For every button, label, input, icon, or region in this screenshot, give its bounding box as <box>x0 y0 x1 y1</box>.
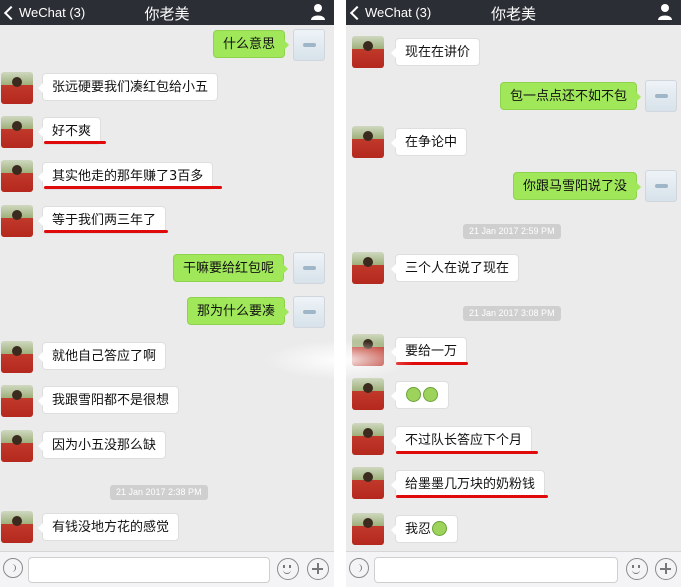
contact-avatar[interactable] <box>352 513 384 545</box>
right-chat-panel: WeChat (3) 你老美 现在在讲价 包一点点还不如不包 在争论中 你跟马雪… <box>346 0 681 587</box>
contact-avatar[interactable] <box>1 430 33 462</box>
message-bubble[interactable]: 干嘛要给红包呢 <box>173 254 289 282</box>
contact-avatar[interactable] <box>1 385 33 417</box>
contact-avatar[interactable] <box>352 36 384 68</box>
plus-icon[interactable] <box>307 558 329 580</box>
contact-avatar[interactable] <box>1 511 33 543</box>
voice-icon[interactable] <box>349 558 369 578</box>
red-underline <box>44 230 168 233</box>
timestamp: 21 Jan 2017 3:08 PM <box>463 306 561 321</box>
emoji-icon <box>406 387 421 402</box>
contact-avatar[interactable] <box>352 252 384 284</box>
contact-avatar[interactable] <box>1 160 33 192</box>
emoji-icon[interactable] <box>277 558 299 580</box>
message-bubble[interactable]: 在争论中 <box>390 128 468 156</box>
contact-avatar[interactable] <box>1 205 33 237</box>
red-underline <box>396 495 548 498</box>
timestamp: 21 Jan 2017 2:59 PM <box>463 224 561 239</box>
message-bubble[interactable]: 那为什么要凑 <box>187 297 290 325</box>
timestamp: 21 Jan 2017 2:38 PM <box>110 485 208 500</box>
contact-avatar[interactable] <box>352 423 384 455</box>
self-avatar[interactable] <box>293 29 325 61</box>
contact-avatar[interactable] <box>1 341 33 373</box>
navbar: WeChat (3) 你老美 <box>346 0 681 25</box>
contact-avatar[interactable] <box>1 72 33 104</box>
user-icon[interactable] <box>657 3 673 21</box>
chat-title: 你老美 <box>144 5 190 23</box>
message-bubble[interactable]: 我跟雪阳都不是很想 <box>37 386 180 414</box>
message-bubble[interactable]: 现在在讲价 <box>390 38 481 66</box>
watermark-glow <box>265 340 415 380</box>
message-bubble[interactable]: 因为小五没那么缺 <box>37 431 167 459</box>
self-avatar[interactable] <box>293 252 325 284</box>
message-bubble[interactable]: 三个人在说了现在 <box>390 254 520 282</box>
message-input[interactable] <box>374 557 618 583</box>
message-bubble[interactable]: 不过队长答应下个月 <box>390 426 533 454</box>
contact-avatar[interactable] <box>352 467 384 499</box>
input-bar <box>346 551 681 587</box>
contact-avatar[interactable] <box>1 116 33 148</box>
message-input[interactable] <box>28 557 270 583</box>
message-bubble[interactable]: 你跟马雪阳说了没 <box>513 172 642 200</box>
message-bubble[interactable]: 我忍 <box>390 515 459 543</box>
message-bubble[interactable]: 什么意思 <box>213 30 290 58</box>
red-underline <box>44 141 106 144</box>
left-chat-panel: WeChat (3) 你老美 什么意思 张远硬要我们凑红包给小五 好不爽 其实他… <box>0 0 334 587</box>
user-icon[interactable] <box>310 3 326 21</box>
red-underline <box>396 451 538 454</box>
panel-divider <box>334 0 346 587</box>
plus-icon[interactable] <box>655 558 677 580</box>
self-avatar[interactable] <box>645 80 677 112</box>
message-bubble[interactable]: 就他自己答应了啊 <box>37 342 167 370</box>
message-bubble[interactable]: 给墨墨几万块的奶粉钱 <box>390 470 546 498</box>
self-avatar[interactable] <box>645 170 677 202</box>
message-bubble[interactable]: 包一点点还不如不包 <box>500 82 642 110</box>
red-underline <box>44 186 222 189</box>
emoji-icon[interactable] <box>626 558 648 580</box>
navbar: WeChat (3) 你老美 <box>0 0 334 25</box>
emoji-message-bubble[interactable] <box>391 381 449 409</box>
emoji-icon <box>423 387 438 402</box>
self-avatar[interactable] <box>293 296 325 328</box>
contact-avatar[interactable] <box>352 378 384 410</box>
message-text: 我忍 <box>405 522 432 537</box>
contact-avatar[interactable] <box>352 126 384 158</box>
chat-title: 你老美 <box>490 5 536 23</box>
emoji-icon <box>432 521 448 536</box>
message-bubble[interactable]: 张远硬要我们凑红包给小五 <box>37 73 219 101</box>
input-bar <box>0 551 334 587</box>
message-bubble[interactable]: 有钱没地方花的感觉 <box>37 513 180 541</box>
voice-icon[interactable] <box>3 558 23 578</box>
